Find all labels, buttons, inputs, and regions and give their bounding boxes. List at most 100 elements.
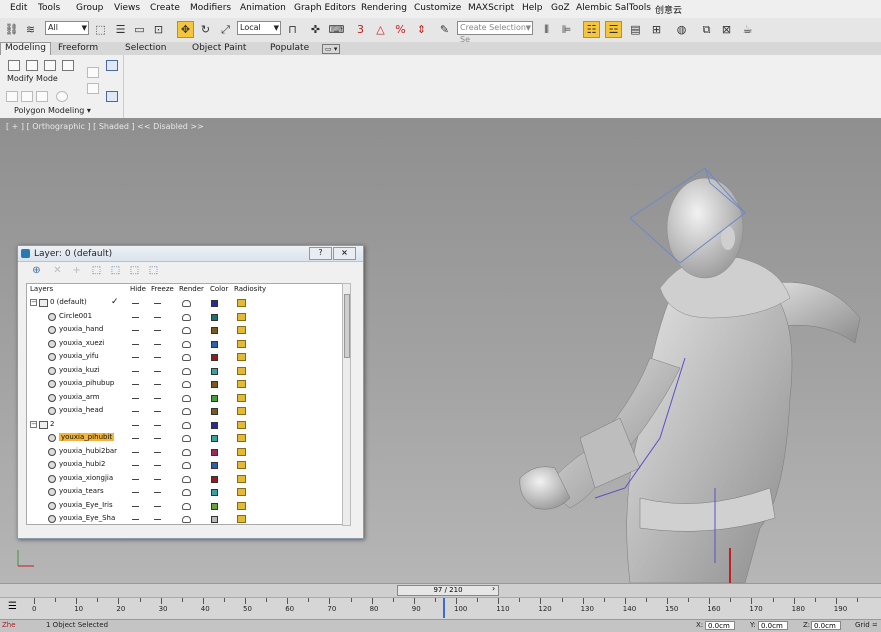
color-swatch[interactable]: [211, 313, 218, 321]
radiosity-icon[interactable]: [237, 461, 246, 469]
tab-freeform[interactable]: Freeform: [58, 43, 98, 53]
color-swatch[interactable]: [211, 394, 218, 402]
hide-toggle[interactable]: [132, 519, 139, 520]
current-layer-check-icon[interactable]: ✓: [111, 297, 119, 307]
edge-icon[interactable]: [26, 60, 38, 71]
col-color[interactable]: Color: [210, 285, 228, 293]
menu-animation[interactable]: Animation: [240, 3, 286, 13]
link-icon[interactable]: ⛓: [3, 21, 20, 38]
object-row[interactable]: youxia_yifu: [27, 351, 343, 364]
object-row[interactable]: Circle001: [27, 311, 343, 324]
radiosity-icon[interactable]: [237, 393, 246, 402]
border-icon[interactable]: [44, 60, 56, 71]
create-selection-set-dropdown[interactable]: Create Selection Se ▼: [457, 21, 533, 44]
render-teapot-icon[interactable]: ☕: [739, 21, 756, 38]
unlink-icon[interactable]: ≋: [22, 21, 39, 38]
row-name[interactable]: youxia_xiongjia: [59, 474, 113, 482]
object-row[interactable]: youxia_arm: [27, 392, 343, 405]
spinner-snap-icon[interactable]: ⇕: [413, 21, 430, 38]
edit-named-sel-icon[interactable]: ✎: [436, 21, 453, 38]
freeze-all-icon[interactable]: ⬚: [147, 265, 160, 277]
stack-icon[interactable]: [21, 91, 33, 102]
render-teapot-icon[interactable]: [182, 516, 191, 523]
render-teapot-icon[interactable]: [182, 327, 191, 334]
radiosity-icon[interactable]: [237, 420, 246, 429]
vertex-icon[interactable]: [8, 60, 20, 71]
maxscript-listener[interactable]: Zhe: [2, 621, 16, 629]
radiosity-icon[interactable]: [237, 299, 246, 307]
render-teapot-icon[interactable]: [182, 448, 191, 456]
radiosity-icon[interactable]: [237, 380, 246, 388]
scrollbar-thumb[interactable]: [344, 294, 350, 358]
tab-selection[interactable]: Selection: [125, 43, 166, 53]
next-frame-arrow[interactable]: ›: [492, 584, 495, 593]
preserve-uvs-icon[interactable]: [36, 91, 48, 102]
toggle-layer-explorer-icon[interactable]: ☲: [605, 21, 622, 38]
radiosity-icon[interactable]: [237, 366, 246, 375]
object-row[interactable]: youxia_pihubup: [27, 378, 343, 391]
selection-filter-dropdown[interactable]: All ▼: [45, 21, 89, 35]
freeze-toggle[interactable]: [154, 478, 161, 480]
color-swatch[interactable]: [211, 448, 218, 456]
col-layers[interactable]: Layers: [30, 285, 53, 293]
freeze-toggle[interactable]: [154, 492, 161, 493]
radiosity-icon[interactable]: [237, 515, 246, 523]
hide-toggle[interactable]: [132, 465, 139, 466]
render-teapot-icon[interactable]: [182, 367, 191, 375]
row-name[interactable]: youxia_hand: [59, 325, 103, 333]
collapse-stack-icon[interactable]: [87, 83, 99, 94]
hide-toggle[interactable]: [132, 451, 139, 453]
row-name[interactable]: youxia_Eye_Iris: [59, 501, 113, 509]
object-row[interactable]: youxia_pihubit: [27, 432, 343, 445]
render-teapot-icon[interactable]: [182, 340, 191, 348]
col-freeze[interactable]: Freeze: [151, 285, 174, 293]
menu-rendering[interactable]: Rendering: [361, 3, 407, 13]
hide-toggle[interactable]: [132, 492, 139, 493]
freeze-toggle[interactable]: [154, 465, 161, 466]
layer-list[interactable]: − 0 (default) ✓ Circle001 youxia_hand youxia_…: [26, 296, 344, 525]
row-name[interactable]: 0 (default): [50, 298, 87, 306]
freeze-toggle[interactable]: [154, 357, 161, 358]
freeze-toggle[interactable]: [154, 411, 161, 412]
x-coord-field[interactable]: 0.0cm: [705, 621, 735, 630]
window-crossing-icon[interactable]: ⊡: [150, 21, 167, 38]
hide-toggle[interactable]: [132, 343, 139, 345]
object-row[interactable]: youxia_hubi2: [27, 459, 343, 472]
ignore-backfacing-icon[interactable]: [56, 91, 68, 102]
render-teapot-icon[interactable]: [182, 381, 191, 388]
color-swatch[interactable]: [211, 408, 218, 415]
tab-object-paint[interactable]: Object Paint: [192, 43, 246, 53]
polygon-icon[interactable]: [62, 60, 74, 71]
pivot-center-icon[interactable]: ⊓: [284, 21, 301, 38]
freeze-toggle[interactable]: [154, 384, 161, 385]
radiosity-icon[interactable]: [237, 339, 246, 348]
radiosity-icon[interactable]: [237, 434, 246, 442]
col-render[interactable]: Render: [179, 285, 204, 293]
align-icon[interactable]: ⊫: [558, 21, 575, 38]
freeze-toggle[interactable]: [154, 505, 161, 507]
rendered-frame-icon[interactable]: ⊠: [718, 21, 735, 38]
menu-group[interactable]: Group: [76, 3, 103, 13]
freeze-toggle[interactable]: [154, 370, 161, 372]
show-end-result-icon[interactable]: [87, 67, 99, 78]
percent-snap-icon[interactable]: %: [392, 21, 409, 38]
row-name[interactable]: youxia_pihubit: [59, 433, 115, 441]
radiosity-icon[interactable]: [237, 312, 246, 321]
row-name[interactable]: youxia_yifu: [59, 352, 99, 360]
object-row[interactable]: youxia_Eye_Iris: [27, 500, 343, 513]
select-layer-icon[interactable]: ⬚: [90, 265, 103, 277]
freeze-toggle[interactable]: [154, 424, 161, 426]
freeze-toggle[interactable]: [154, 303, 161, 304]
ribbon-options-button[interactable]: ▭ ▾: [322, 44, 341, 54]
color-swatch[interactable]: [211, 381, 218, 388]
expand-toggle-icon[interactable]: −: [30, 299, 37, 306]
color-swatch[interactable]: [211, 367, 218, 375]
delete-layer-icon[interactable]: ✕: [51, 265, 64, 277]
snaps-toggle-icon[interactable]: 3: [352, 21, 369, 38]
menu-chuangyiyun[interactable]: 创意云: [655, 3, 682, 16]
render-setup-icon[interactable]: ⧉: [698, 21, 715, 38]
object-row[interactable]: youxia_xuezi: [27, 338, 343, 351]
menu-help[interactable]: Help: [522, 3, 543, 13]
tab-modeling[interactable]: Modeling: [0, 42, 51, 55]
element-icon[interactable]: [6, 91, 18, 102]
